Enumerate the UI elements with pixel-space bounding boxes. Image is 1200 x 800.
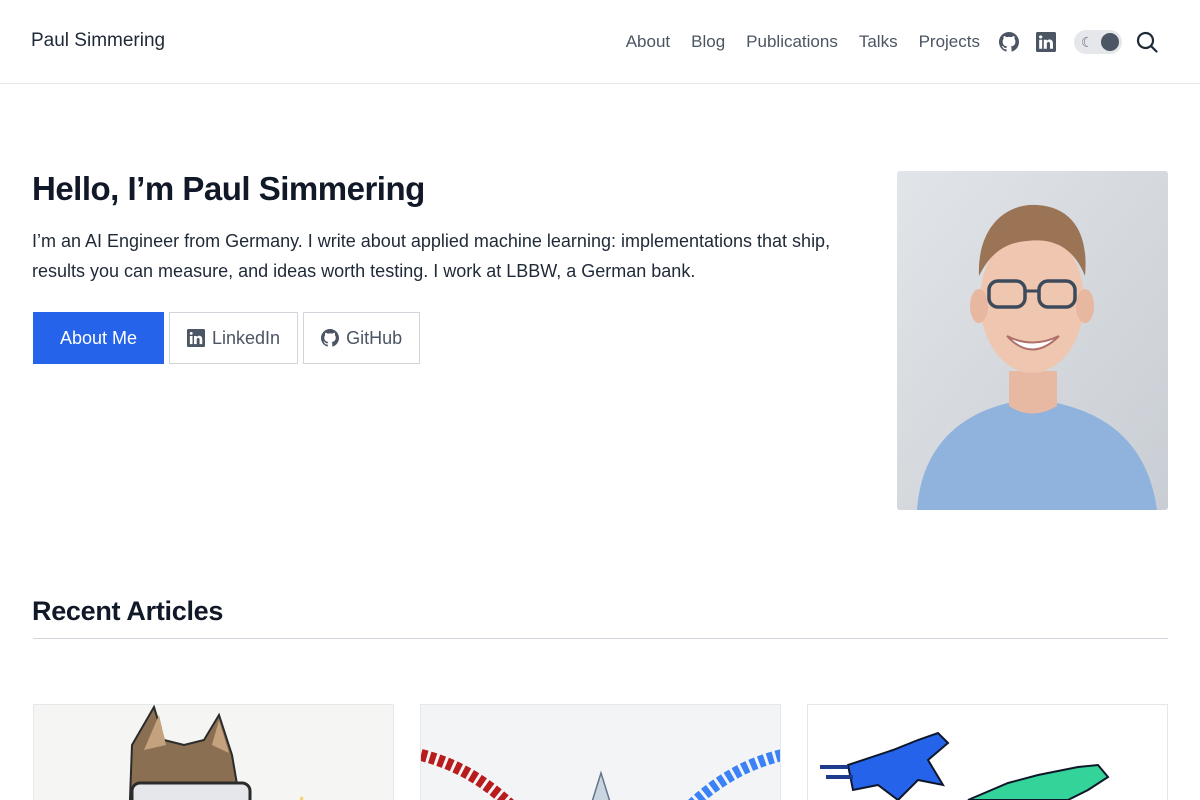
github-icon [321, 329, 340, 347]
linkedin-icon [187, 329, 205, 347]
article-thumbnail-2 [421, 705, 780, 800]
article-card-3[interactable] [807, 704, 1168, 800]
hero-buttons: About Me LinkedIn GitHub [33, 312, 421, 364]
toggle-knob [1101, 33, 1119, 51]
linkedin-button[interactable]: LinkedIn [169, 312, 299, 364]
moon-icon: ☾ [1081, 34, 1094, 50]
main-nav: About Blog Publications Talks Projects ☾ [626, 0, 1200, 84]
site-brand-link[interactable]: Paul Simmering [31, 30, 165, 52]
profile-photo [897, 171, 1168, 510]
linkedin-button-label: LinkedIn [212, 327, 281, 348]
linkedin-icon[interactable] [1035, 31, 1057, 53]
section-title-recent-articles: Recent Articles [32, 596, 224, 626]
about-me-button[interactable]: About Me [33, 312, 164, 364]
hero-description: I’m an AI Engineer from Germany. I write… [32, 231, 831, 281]
nav-link-about[interactable]: About [626, 32, 670, 52]
theme-toggle[interactable]: ☾ [1074, 30, 1122, 54]
article-thumbnail-3 [808, 705, 1167, 800]
nav-link-publications[interactable]: Publications [746, 32, 838, 52]
nav-link-blog[interactable]: Blog [691, 32, 725, 52]
article-card-1[interactable] [33, 704, 394, 800]
github-button-label: GitHub [346, 327, 403, 348]
top-navbar: Paul Simmering About Blog Publications T… [0, 0, 1200, 84]
search-icon[interactable] [1134, 29, 1160, 55]
github-button[interactable]: GitHub [303, 312, 421, 364]
article-thumbnail-1 [34, 705, 393, 800]
nav-link-talks[interactable]: Talks [859, 32, 898, 52]
article-card-2[interactable] [420, 704, 781, 800]
github-icon[interactable] [998, 31, 1020, 53]
section-divider [33, 638, 1168, 639]
nav-link-projects[interactable]: Projects [919, 32, 980, 52]
hero-title: Hello, I’m Paul Simmering [32, 170, 425, 207]
